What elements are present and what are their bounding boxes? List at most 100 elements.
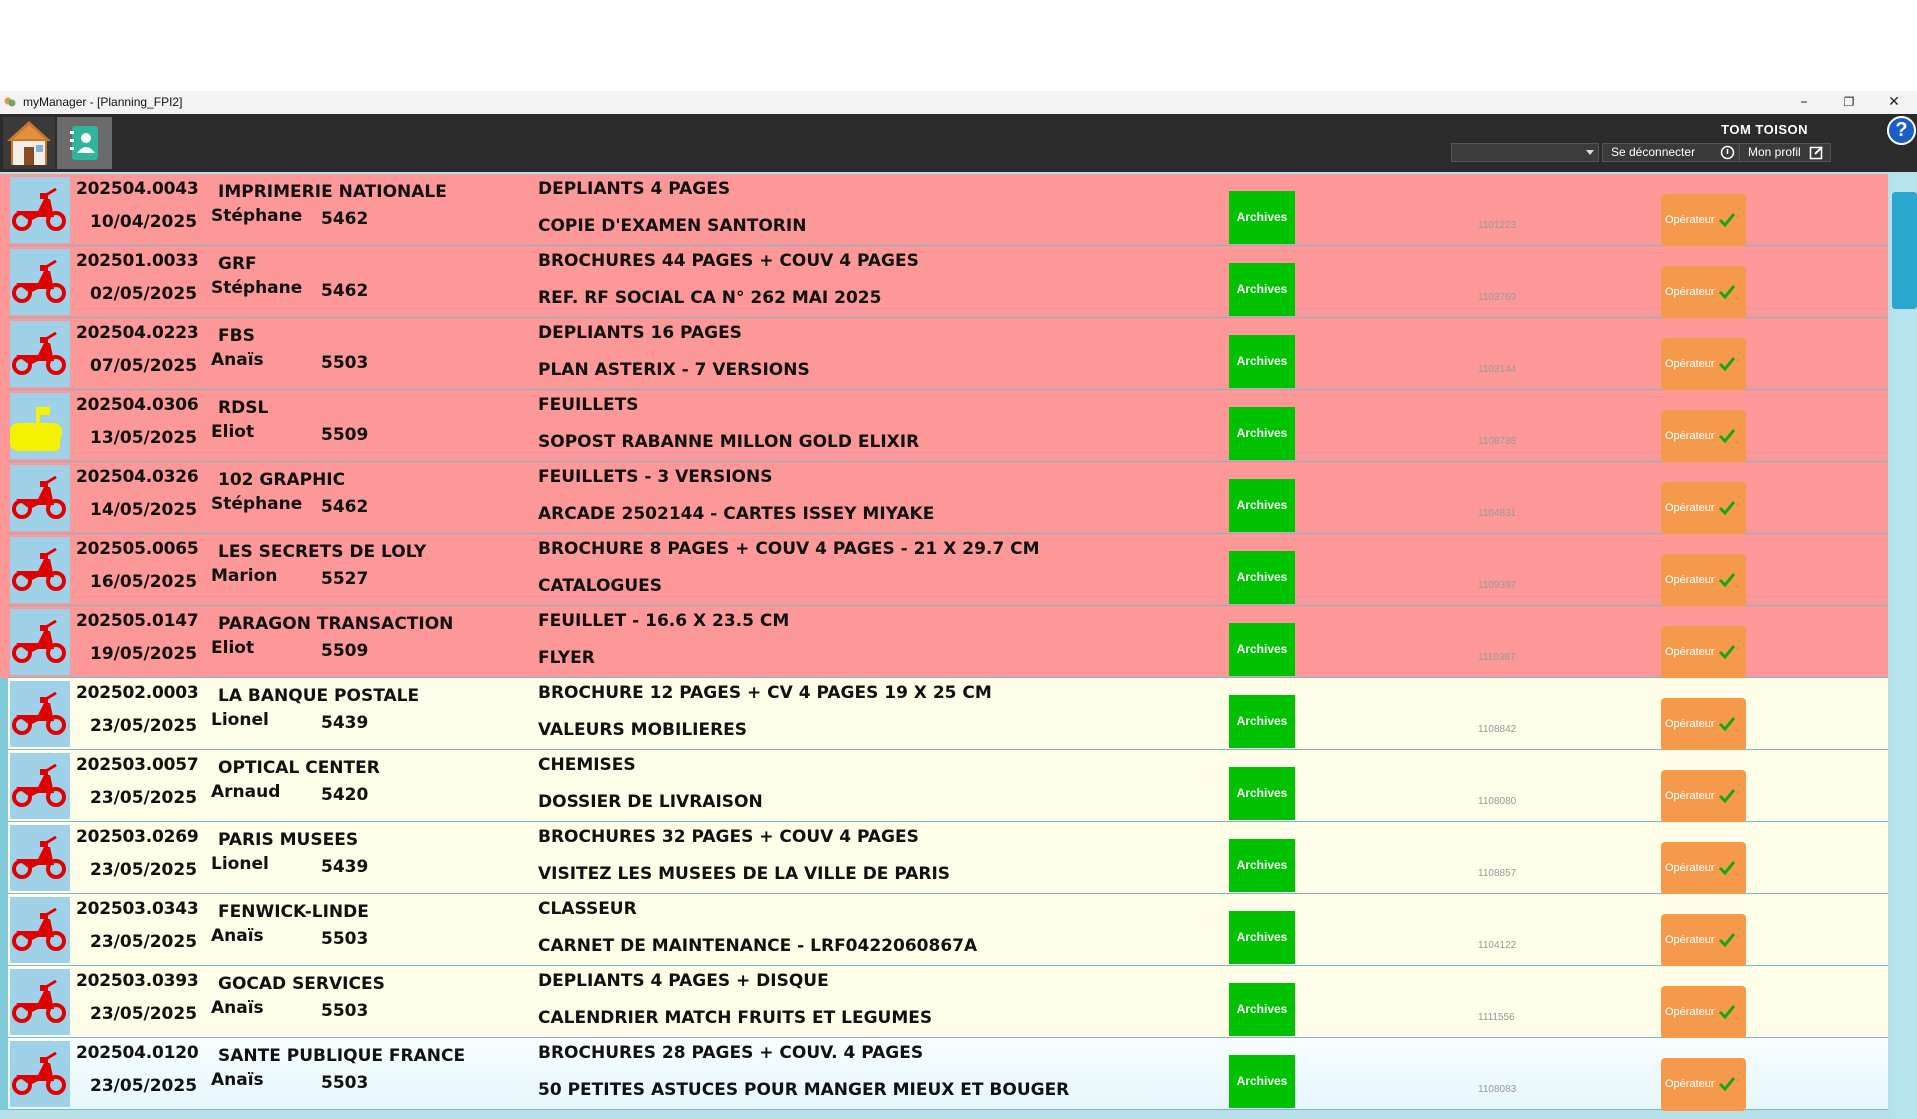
user-name: TOM TOISON: [1721, 122, 1808, 137]
help-button[interactable]: ?: [1887, 116, 1916, 145]
job-row[interactable]: 202503.0393 23/05/2025 GOCAD SERVICES An…: [0, 966, 1888, 1039]
job-row[interactable]: 202503.0269 23/05/2025 PARIS MUSEES Lion…: [0, 822, 1888, 895]
scrollbar-thumb[interactable]: [1892, 192, 1917, 309]
commercial-name: Stéphane: [211, 278, 303, 298]
commercial-code: 5503: [321, 353, 369, 373]
client-name: GRF: [218, 254, 257, 274]
close-button[interactable]: ✕: [1871, 91, 1917, 114]
job-title: 50 PETITES ASTUCES POUR MANGER MIEUX ET …: [538, 1080, 1070, 1100]
operator-button[interactable]: Opérateur: [1661, 914, 1746, 967]
scooter-icon: [12, 619, 66, 663]
list-scrollbar[interactable]: [1890, 172, 1917, 1119]
operator-button[interactable]: Opérateur: [1661, 266, 1746, 319]
job-row[interactable]: 202504.0326 14/05/2025 102 GRAPHIC Stéph…: [0, 462, 1888, 535]
scooter-icon: [12, 691, 66, 735]
archives-button[interactable]: Archives: [1229, 911, 1295, 964]
archives-button[interactable]: Archives: [1229, 695, 1295, 748]
operator-button[interactable]: Opérateur: [1661, 986, 1746, 1039]
job-number: 202504.0306: [76, 395, 199, 415]
archives-button[interactable]: Archives: [1229, 551, 1295, 604]
restore-button[interactable]: ❐: [1826, 91, 1872, 114]
row-status-bar: [0, 534, 8, 606]
archives-button[interactable]: Archives: [1229, 263, 1295, 316]
commercial-name: Eliot: [211, 422, 255, 442]
job-row[interactable]: 202501.0033 02/05/2025 GRF Stéphane 5462…: [0, 246, 1888, 319]
delivery-mode-icon: [10, 1041, 70, 1107]
commercial-code: 5503: [321, 1073, 369, 1093]
main-toolbar: TOM TOISON Se déconnecter Mon profil ?: [0, 114, 1917, 172]
home-button[interactable]: [3, 117, 55, 169]
delivery-mode-icon: [10, 825, 70, 891]
archives-button[interactable]: Archives: [1229, 479, 1295, 532]
job-row[interactable]: 202505.0065 16/05/2025 LES SECRETS DE LO…: [0, 534, 1888, 607]
contacts-button[interactable]: [57, 117, 112, 169]
scooter-icon: [12, 331, 66, 375]
client-name: PARIS MUSEES: [218, 830, 359, 850]
commercial-code: 5462: [321, 209, 369, 229]
job-title: CATALOGUES: [538, 576, 663, 596]
client-name: PARAGON TRANSACTION: [218, 614, 454, 634]
archives-button[interactable]: Archives: [1229, 335, 1295, 388]
product-description: BROCHURES 28 PAGES + COUV. 4 PAGES: [538, 1043, 924, 1063]
archives-button[interactable]: Archives: [1229, 839, 1295, 892]
context-dropdown[interactable]: [1451, 143, 1599, 162]
operator-button[interactable]: Opérateur: [1661, 194, 1746, 247]
due-date: 13/05/2025: [90, 428, 198, 448]
commercial-name: Anaïs: [211, 350, 264, 370]
archives-button[interactable]: Archives: [1229, 1055, 1295, 1108]
delivery-mode-icon: [10, 177, 70, 243]
operator-button[interactable]: Opérateur: [1661, 482, 1746, 535]
operator-button[interactable]: Opérateur: [1661, 1058, 1746, 1111]
due-date: 02/05/2025: [90, 284, 198, 304]
dropdown-value: [1452, 148, 1456, 162]
archives-button[interactable]: Archives: [1229, 407, 1295, 460]
operator-label: Opérateur: [1665, 934, 1715, 946]
archives-button[interactable]: Archives: [1229, 767, 1295, 820]
operator-button[interactable]: Opérateur: [1661, 410, 1746, 463]
delivery-mode-icon: [10, 969, 70, 1035]
due-date: 23/05/2025: [90, 860, 198, 880]
job-row[interactable]: 202504.0306 13/05/2025 RDSL Eliot 5509 F…: [0, 390, 1888, 463]
operator-label: Opérateur: [1665, 790, 1715, 802]
due-date: 14/05/2025: [90, 500, 198, 520]
operator-button[interactable]: Opérateur: [1661, 698, 1746, 751]
minimize-button[interactable]: –: [1781, 91, 1827, 114]
delivery-mode-icon: [10, 753, 70, 819]
job-row[interactable]: 202505.0147 19/05/2025 PARAGON TRANSACTI…: [0, 606, 1888, 679]
operator-button[interactable]: Opérateur: [1661, 842, 1746, 895]
archives-button[interactable]: Archives: [1229, 983, 1295, 1036]
operator-button[interactable]: Opérateur: [1661, 338, 1746, 391]
operator-button[interactable]: Opérateur: [1661, 554, 1746, 607]
client-name: FENWICK-LINDE: [218, 902, 369, 922]
archives-button[interactable]: Archives: [1229, 623, 1295, 676]
operator-label: Opérateur: [1665, 358, 1715, 370]
job-row[interactable]: 202503.0057 23/05/2025 OPTICAL CENTER Ar…: [0, 750, 1888, 823]
job-number: 202501.0033: [76, 251, 199, 271]
job-title: PLAN ASTERIX - 7 VERSIONS: [538, 360, 810, 380]
operator-button[interactable]: Opérateur: [1661, 626, 1746, 679]
job-reference: 1108842: [1478, 724, 1517, 735]
job-row[interactable]: 202503.0343 23/05/2025 FENWICK-LINDE Ana…: [0, 894, 1888, 967]
client-name: SANTE PUBLIQUE FRANCE: [218, 1046, 466, 1066]
job-row[interactable]: 202504.0223 07/05/2025 FBS Anaïs 5503 DE…: [0, 318, 1888, 391]
check-icon: [1718, 717, 1736, 732]
delivery-mode-icon: [10, 249, 70, 315]
app-icon: [4, 97, 16, 107]
archives-button[interactable]: Archives: [1229, 191, 1295, 244]
operator-label: Opérateur: [1665, 214, 1715, 226]
job-number: 202504.0326: [76, 467, 199, 487]
job-reference: 1104831: [1478, 508, 1517, 519]
operator-label: Opérateur: [1665, 718, 1715, 730]
product-description: FEUILLETS: [538, 395, 639, 415]
job-row[interactable]: 202502.0003 23/05/2025 LA BANQUE POSTALE…: [0, 678, 1888, 751]
job-row[interactable]: 202504.0120 23/05/2025 SANTE PUBLIQUE FR…: [0, 1038, 1888, 1111]
operator-button[interactable]: Opérateur: [1661, 770, 1746, 823]
profile-button[interactable]: Mon profil: [1739, 143, 1831, 162]
check-icon: [1718, 1005, 1736, 1020]
delivery-mode-icon: [10, 609, 70, 675]
job-row[interactable]: 202504.0043 10/04/2025 IMPRIMERIE NATION…: [0, 174, 1888, 247]
due-date: 16/05/2025: [90, 572, 198, 592]
operator-label: Opérateur: [1665, 1078, 1715, 1090]
logout-button[interactable]: Se déconnecter: [1602, 143, 1742, 162]
edit-icon: [1809, 146, 1823, 160]
